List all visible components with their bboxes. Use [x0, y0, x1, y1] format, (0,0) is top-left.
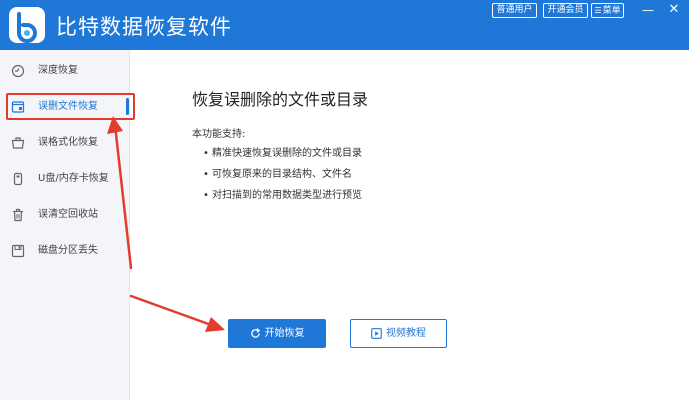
- bt-logo-icon: [9, 7, 45, 43]
- start-recovery-label: 开始恢复: [264, 328, 305, 339]
- upgrade-membership-button[interactable]: 开通会员: [543, 3, 588, 18]
- menu-button-label: 菜单: [602, 6, 621, 16]
- sidebar-item-label: U盘/内存卡恢复: [38, 173, 109, 184]
- user-type-button[interactable]: 普通用户: [492, 3, 537, 18]
- bullet: •: [203, 190, 209, 201]
- bullet: •: [203, 169, 209, 180]
- sidebar-item-recycle-bin[interactable]: 误清空回收站: [0, 201, 130, 229]
- support-heading: 本功能支持:: [192, 129, 246, 140]
- sidebar-item-partition-loss[interactable]: 磁盘分区丢失: [0, 237, 130, 265]
- feature-item: • 对扫描到的常用数据类型进行预览: [203, 186, 362, 201]
- video-tutorial-button[interactable]: 视频教程: [350, 319, 447, 348]
- menu-icon: ☰: [594, 6, 602, 15]
- video-tutorial-label: 视频教程: [386, 328, 426, 339]
- bullet: •: [203, 148, 209, 159]
- minimize-button[interactable]: —: [640, 3, 656, 17]
- sidebar-item-usb-recovery[interactable]: U盘/内存卡恢复: [0, 165, 130, 193]
- annotation-highlight-box: [6, 93, 135, 120]
- main-panel: 恢复误删除的文件或目录 本功能支持: • 精准快速恢复误删除的文件或目录 • 可恢复…: [131, 50, 689, 400]
- sidebar-item-label: 误格式化恢复: [38, 137, 98, 148]
- usb-icon: [11, 172, 25, 186]
- feature-text: 可恢复原来的目录结构、文件名: [212, 169, 352, 180]
- feature-text: 对扫描到的常用数据类型进行预览: [212, 190, 362, 201]
- sidebar-item-format-recovery[interactable]: 误格式化恢复: [0, 129, 130, 157]
- play-video-icon: [371, 327, 382, 339]
- start-recovery-button[interactable]: 开始恢复: [228, 319, 326, 348]
- disk-icon: [11, 244, 25, 258]
- recycle-bin-icon: [11, 208, 25, 222]
- deep-scan-icon: [11, 64, 25, 78]
- feature-text: 精准快速恢复误删除的文件或目录: [212, 148, 362, 159]
- sidebar-item-label: 磁盘分区丢失: [38, 245, 98, 256]
- format-icon: [11, 136, 25, 150]
- close-button[interactable]: ✕: [666, 3, 682, 17]
- page-title: 恢复误删除的文件或目录: [192, 90, 369, 109]
- feature-item: • 精准快速恢复误删除的文件或目录: [203, 144, 362, 159]
- title-bar: 比特数据恢复软件 普通用户 开通会员 ☰菜单 — ✕: [0, 0, 689, 50]
- sidebar-item-deep-recovery[interactable]: 深度恢复: [0, 57, 130, 85]
- menu-button[interactable]: ☰菜单: [591, 3, 624, 18]
- sidebar-item-label: 深度恢复: [38, 65, 78, 76]
- sidebar-item-label: 误清空回收站: [38, 209, 98, 220]
- app-title: 比特数据恢复软件: [56, 15, 232, 39]
- refresh-icon: [250, 327, 261, 339]
- feature-item: • 可恢复原来的目录结构、文件名: [203, 165, 352, 180]
